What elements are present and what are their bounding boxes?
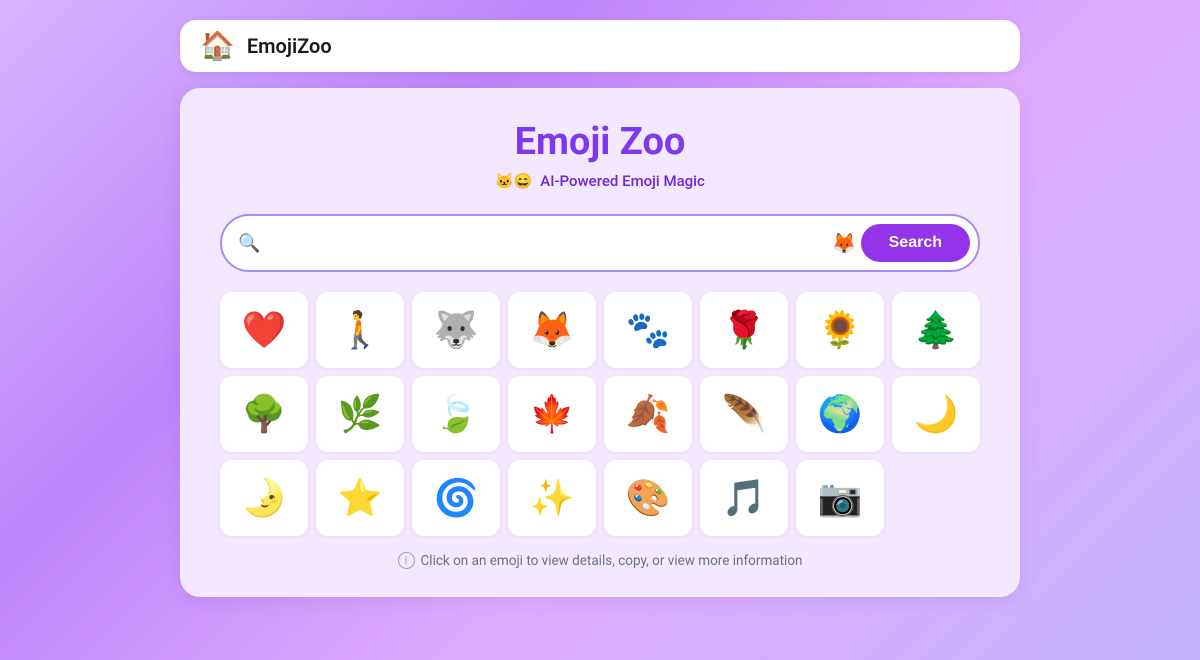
search-icon: 🔍 bbox=[238, 233, 260, 254]
emoji-cell-maple[interactable]: 🍁 bbox=[508, 376, 596, 452]
search-hint-emoji: 🦊 bbox=[832, 231, 857, 255]
emoji-cell-herb[interactable]: 🌿 bbox=[316, 376, 404, 452]
subtitle-emojis: 🐱😄 bbox=[495, 172, 532, 190]
main-card: Emoji Zoo 🐱😄 AI-Powered Emoji Magic 🔍 🦊 … bbox=[180, 88, 1020, 597]
emoji-cell-camera[interactable]: 📷 bbox=[796, 460, 884, 536]
page-title: Emoji Zoo bbox=[220, 120, 980, 164]
emoji-cell-crescent[interactable]: 🌙 bbox=[892, 376, 980, 452]
emoji-cell-crescent-face[interactable]: 🌛 bbox=[220, 460, 308, 536]
emoji-cell-sunflower[interactable]: 🌻 bbox=[796, 292, 884, 368]
emoji-cell-fox[interactable]: 🦊 bbox=[508, 292, 596, 368]
emoji-cell-rose[interactable]: 🌹 bbox=[700, 292, 788, 368]
navbar-title: EmojiZoo bbox=[247, 34, 332, 58]
emoji-cell-star[interactable]: ⭐ bbox=[316, 460, 404, 536]
footer-hint-text: Click on an emoji to view details, copy,… bbox=[421, 553, 803, 569]
emoji-cell-galaxy[interactable]: 🌀 bbox=[412, 460, 500, 536]
search-input[interactable] bbox=[268, 233, 831, 253]
navbar: 🏠 EmojiZoo bbox=[180, 20, 1020, 72]
emoji-cell-paws[interactable]: 🐾 bbox=[604, 292, 692, 368]
emoji-cell-evergreen[interactable]: 🌲 bbox=[892, 292, 980, 368]
subtitle-text: AI-Powered Emoji Magic bbox=[540, 172, 705, 190]
emoji-cell-leaf[interactable]: 🍃 bbox=[412, 376, 500, 452]
page-subtitle: 🐱😄 AI-Powered Emoji Magic bbox=[220, 172, 980, 190]
emoji-cell-palette[interactable]: 🎨 bbox=[604, 460, 692, 536]
emoji-cell-walking[interactable]: 🚶 bbox=[316, 292, 404, 368]
search-bar: 🔍 🦊 Search bbox=[220, 214, 980, 272]
emoji-cell-music[interactable]: 🎵 bbox=[700, 460, 788, 536]
emoji-grid: ❤️ 🚶 🐺 🦊 🐾 🌹 🌻 🌲 🌳 🌿 🍃 🍁 🍂 🪶 🌍 🌙 🌛 ⭐ 🌀 ✨… bbox=[220, 292, 980, 536]
info-icon: i bbox=[398, 552, 415, 569]
emoji-cell-tree[interactable]: 🌳 bbox=[220, 376, 308, 452]
emoji-cell-feather[interactable]: 🪶 bbox=[700, 376, 788, 452]
emoji-cell-heart[interactable]: ❤️ bbox=[220, 292, 308, 368]
emoji-cell-sparkles[interactable]: ✨ bbox=[508, 460, 596, 536]
search-button[interactable]: Search bbox=[861, 224, 970, 262]
emoji-cell-fallen-leaf[interactable]: 🍂 bbox=[604, 376, 692, 452]
emoji-cell-earth[interactable]: 🌍 bbox=[796, 376, 884, 452]
emoji-cell-wolf[interactable]: 🐺 bbox=[412, 292, 500, 368]
navbar-logo-icon: 🏠 bbox=[200, 32, 235, 60]
footer-hint: i Click on an emoji to view details, cop… bbox=[220, 552, 980, 569]
